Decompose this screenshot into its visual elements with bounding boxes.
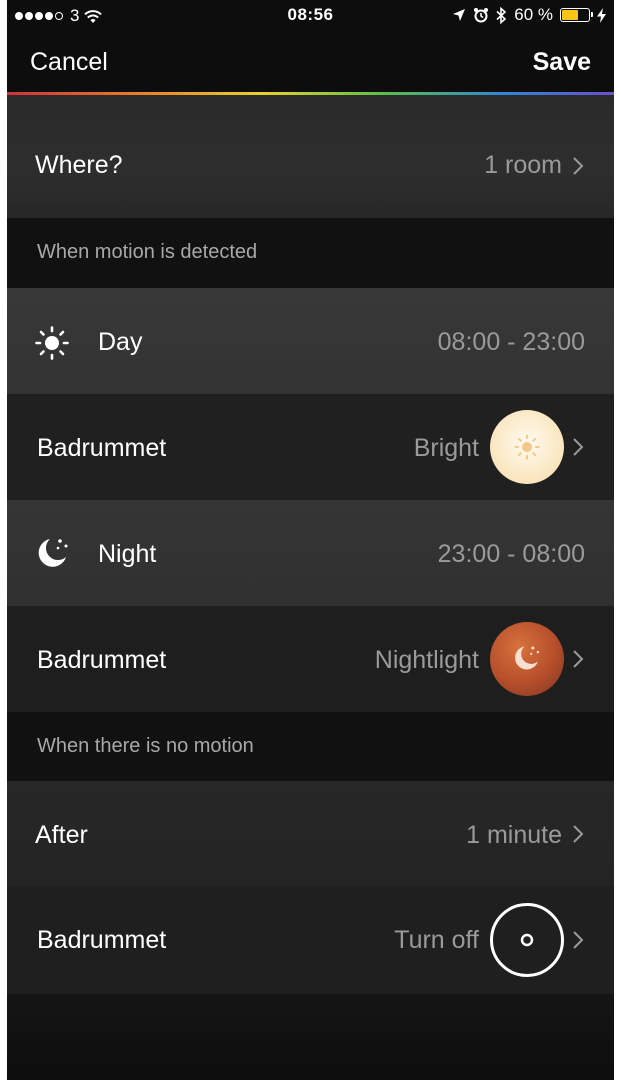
scene-name: Nightlight: [374, 646, 479, 674]
status-bar: 3 08:56 60 %: [7, 0, 614, 30]
night-scene-row[interactable]: Badrummet Nightlight: [7, 606, 614, 712]
save-button[interactable]: Save: [533, 48, 591, 77]
cancel-button[interactable]: Cancel: [30, 48, 108, 77]
day-scene-row[interactable]: Badrummet Bright: [7, 394, 614, 500]
after-row[interactable]: After 1 minute: [7, 781, 614, 886]
night-time-range: 23:00 - 08:00: [437, 540, 585, 568]
bright-scene-thumbnail: [490, 410, 564, 484]
motion-section-header: When motion is detected: [7, 218, 614, 288]
turn-off-scene-thumbnail: [490, 903, 564, 977]
location-arrow-icon: [453, 9, 466, 21]
moon-icon: [38, 539, 68, 567]
section-title: When there is no motion: [37, 735, 254, 757]
after-label: After: [35, 821, 88, 849]
after-value: 1 minute: [466, 821, 562, 849]
room-label: Badrummet: [37, 434, 167, 462]
where-value: 1 room: [484, 151, 562, 179]
turn-off-scene-row[interactable]: Badrummet Turn off: [7, 886, 614, 994]
battery-percent: 60 %: [514, 5, 553, 24]
alarm-icon: [474, 8, 489, 23]
room-label: Badrummet: [37, 646, 167, 674]
nightlight-scene-thumbnail: [490, 622, 564, 696]
chevron-right-icon: [573, 825, 584, 843]
day-label: Day: [98, 328, 143, 356]
section-title: When motion is detected: [37, 241, 258, 263]
chevron-right-icon: [573, 157, 584, 175]
day-time-range: 08:00 - 23:00: [437, 328, 585, 356]
day-period-row[interactable]: Day 08:00 - 23:00: [7, 288, 614, 394]
navigation-bar: Cancel Save: [7, 30, 614, 92]
sun-icon: [35, 326, 69, 360]
moon-icon: [515, 646, 540, 670]
bluetooth-icon: [496, 6, 507, 24]
app-screen: 3 08:56 60 % Cancel Save Where? 1 room W…: [7, 0, 614, 1080]
battery-level: [562, 10, 578, 20]
no-motion-section-header: When there is no motion: [7, 712, 614, 781]
where-label: Where?: [35, 151, 123, 179]
power-off-icon: [520, 933, 534, 947]
empty-background: [7, 994, 614, 1080]
night-label: Night: [98, 540, 157, 568]
status-icons: 60 %: [452, 5, 606, 25]
scene-name: Turn off: [394, 926, 479, 954]
where-row[interactable]: Where? 1 room: [7, 95, 614, 218]
chevron-right-icon: [573, 438, 584, 456]
night-period-row[interactable]: Night 23:00 - 08:00: [7, 500, 614, 606]
chevron-right-icon: [573, 931, 584, 949]
charging-bolt-icon: [597, 7, 606, 23]
room-label: Badrummet: [37, 926, 167, 954]
sun-icon: [514, 434, 540, 460]
battery-icon: [560, 8, 593, 22]
chevron-right-icon: [573, 650, 584, 668]
scene-name: Bright: [413, 434, 479, 462]
